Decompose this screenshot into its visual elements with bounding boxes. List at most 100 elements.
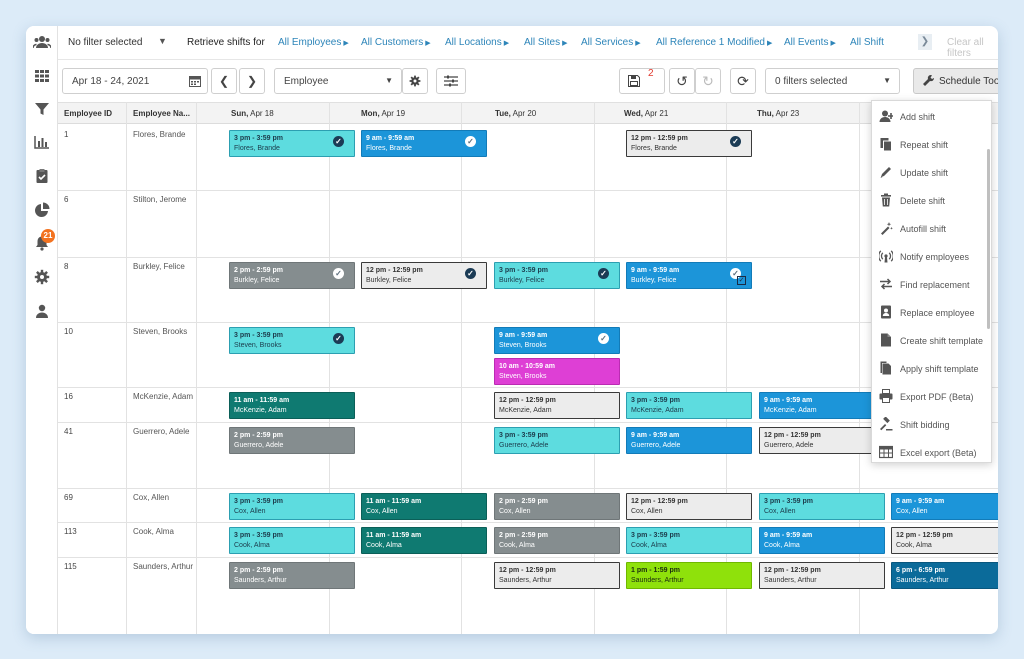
filter-locations[interactable]: All Locations ▶: [445, 37, 509, 48]
refresh-button[interactable]: ⟳: [730, 68, 756, 94]
shift-employee: Cox, Allen: [366, 508, 398, 515]
filter-icon[interactable]: [34, 101, 50, 117]
employee-name-cell[interactable]: Guerrero, Adele: [133, 427, 195, 437]
group-by-select[interactable]: Employee ▼: [274, 68, 402, 94]
shift-card[interactable]: 3 pm - 3:59 pm Cox, Allen: [229, 493, 355, 520]
shift-card[interactable]: 3 pm - 3:59 pm McKenzie, Adam: [626, 392, 752, 419]
shift-card[interactable]: 12 pm - 12:59 pm Burkley, Felice ✓: [361, 262, 487, 289]
person-icon[interactable]: [34, 303, 50, 319]
shift-card[interactable]: 12 pm - 12:59 pm McKenzie, Adam: [494, 392, 620, 419]
people-icon[interactable]: [33, 34, 51, 50]
schedule-tools-button[interactable]: Schedule Tools ▼: [913, 68, 998, 94]
filter-events[interactable]: All Events ▶: [784, 37, 836, 48]
filter-sites[interactable]: All Sites ▶: [524, 37, 568, 48]
employee-name-cell[interactable]: Steven, Brooks: [133, 327, 195, 337]
shift-card[interactable]: 12 pm - 12:59 pm Cook, Alma: [891, 527, 998, 554]
shift-card[interactable]: 12 pm - 12:59 pm Flores, Brande ✓: [626, 130, 752, 157]
menu-item-find-replacement[interactable]: Find replacement: [872, 271, 990, 299]
shift-card[interactable]: 3 pm - 3:59 pm Cook, Alma: [626, 527, 752, 554]
gear-icon[interactable]: [34, 269, 50, 285]
menu-item-replace-employee[interactable]: Replace employee: [872, 299, 990, 327]
menu-item-export-pdf-beta[interactable]: Export PDF (Beta): [872, 383, 990, 411]
shift-card[interactable]: 3 pm - 3:59 pm Steven, Brooks ✓: [229, 327, 355, 354]
filter-reference[interactable]: All Reference 1 Modified ▶: [656, 37, 772, 48]
shift-card[interactable]: 2 pm - 2:59 pm Cook, Alma: [494, 527, 620, 554]
shift-card[interactable]: 12 pm - 12:59 pm Saunders, Arthur: [494, 562, 620, 589]
header-employee-name[interactable]: Employee Na...: [133, 109, 190, 118]
menu-item-apply-shift-template[interactable]: Apply shift template: [872, 355, 990, 383]
next-week-button[interactable]: ❯: [239, 68, 265, 94]
shift-card[interactable]: 10 am - 10:59 am Steven, Brooks: [494, 358, 620, 385]
header-day-thu[interactable]: Thu, Apr 23: [757, 109, 799, 118]
save-button[interactable]: [619, 68, 665, 94]
chevron-down-icon[interactable]: ▼: [158, 36, 167, 46]
shift-card[interactable]: 9 am - 9:59 am McKenzie, Adam: [759, 392, 885, 419]
employee-name-cell[interactable]: Stilton, Jerome: [133, 195, 195, 205]
menu-item-add-shift[interactable]: Add shift: [872, 103, 990, 131]
shift-card[interactable]: 2 pm - 2:59 pm Cox, Allen: [494, 493, 620, 520]
shift-card[interactable]: 1 pm - 1:59 pm Saunders, Arthur: [626, 562, 752, 589]
shift-card[interactable]: 9 am - 9:59 am Steven, Brooks ✓: [494, 327, 620, 354]
checkbox-icon[interactable]: ✓: [737, 276, 746, 285]
shift-card[interactable]: 2 pm - 2:59 pm Burkley, Felice ✓: [229, 262, 355, 289]
saved-filter-select[interactable]: No filter selected: [68, 37, 142, 48]
shift-card[interactable]: 9 am - 9:59 am Flores, Brande ✓: [361, 130, 487, 157]
prev-week-button[interactable]: ❮: [211, 68, 237, 94]
header-day-mon[interactable]: Mon, Apr 19: [361, 109, 405, 118]
filter-shift[interactable]: All Shift: [850, 37, 884, 48]
shift-card[interactable]: 3 pm - 3:59 pm Cook, Alma: [229, 527, 355, 554]
employee-name-cell[interactable]: Flores, Brande: [133, 130, 195, 140]
employee-name-cell[interactable]: McKenzie, Adam: [133, 392, 195, 402]
menu-item-autofill-shift[interactable]: Autofill shift: [872, 215, 990, 243]
menu-item-create-shift-template[interactable]: Create shift template: [872, 327, 990, 355]
menu-item-label: Create shift template: [900, 336, 984, 346]
employee-name-cell[interactable]: Cook, Alma: [133, 527, 195, 537]
header-day-sun[interactable]: Sun, Apr 18: [231, 109, 274, 118]
shift-card[interactable]: 3 pm - 3:59 pm Burkley, Felice ✓: [494, 262, 620, 289]
shift-card[interactable]: 11 am - 11:59 am Cook, Alma: [361, 527, 487, 554]
shift-card[interactable]: 9 am - 9:59 am Burkley, Felice ✓ ✓: [626, 262, 752, 289]
employee-name-cell[interactable]: Cox, Allen: [133, 493, 195, 503]
shift-card[interactable]: 12 pm - 12:59 pm Cox, Allen: [626, 493, 752, 520]
column-settings-button[interactable]: [436, 68, 466, 94]
redo-button[interactable]: ↻: [695, 68, 721, 94]
filter-employees[interactable]: All Employees ▶: [278, 37, 349, 48]
menu-item-repeat-shift[interactable]: Repeat shift: [872, 131, 990, 159]
menu-item-notify-employees[interactable]: Notify employees: [872, 243, 990, 271]
header-day-tue[interactable]: Tue, Apr 20: [495, 109, 536, 118]
shift-card[interactable]: 12 pm - 12:59 pm Guerrero, Adele: [759, 427, 885, 454]
shift-card[interactable]: 11 am - 11:59 am Cox, Allen: [361, 493, 487, 520]
grid-icon[interactable]: [34, 68, 50, 84]
filters-select[interactable]: 0 filters selected ▼: [765, 68, 900, 94]
header-day-wed[interactable]: Wed, Apr 21: [624, 109, 668, 118]
calendar-icon[interactable]: [189, 75, 201, 87]
pie-chart-icon[interactable]: [34, 202, 50, 218]
shift-card[interactable]: 6 pm - 6:59 pm Saunders, Arthur: [891, 562, 998, 589]
shift-card[interactable]: 9 am - 9:59 am Cook, Alma: [759, 527, 885, 554]
settings-button[interactable]: [402, 68, 428, 94]
employee-name-cell[interactable]: Burkley, Felice: [133, 262, 195, 272]
shift-card[interactable]: 3 pm - 3:59 pm Flores, Brande ✓: [229, 130, 355, 157]
employee-name-cell[interactable]: Saunders, Arthur: [133, 562, 195, 572]
menu-item-delete-shift[interactable]: Delete shift: [872, 187, 990, 215]
menu-item-update-shift[interactable]: Update shift: [872, 159, 990, 187]
filter-customers[interactable]: All Customers ▶: [361, 37, 431, 48]
shift-card[interactable]: 12 pm - 12:59 pm Saunders, Arthur: [759, 562, 885, 589]
shift-card[interactable]: 2 pm - 2:59 pm Guerrero, Adele: [229, 427, 355, 454]
date-range-picker[interactable]: Apr 18 - 24, 2021: [62, 68, 208, 94]
shift-card[interactable]: 3 pm - 3:59 pm Guerrero, Adele: [494, 427, 620, 454]
menu-item-excel-export-beta[interactable]: Excel export (Beta): [872, 439, 990, 467]
shift-card[interactable]: 9 am - 9:59 am Guerrero, Adele: [626, 427, 752, 454]
scroll-right-icon[interactable]: ❯: [918, 34, 932, 50]
bar-chart-icon[interactable]: [34, 134, 50, 150]
shift-card[interactable]: 11 am - 11:59 am McKenzie, Adam: [229, 392, 355, 419]
shift-card[interactable]: 3 pm - 3:59 pm Cox, Allen: [759, 493, 885, 520]
menu-item-shift-bidding[interactable]: Shift bidding: [872, 411, 990, 439]
clipboard-check-icon[interactable]: [34, 168, 50, 184]
shift-card[interactable]: 2 pm - 2:59 pm Saunders, Arthur: [229, 562, 355, 589]
undo-button[interactable]: ↺: [669, 68, 695, 94]
header-employee-id[interactable]: Employee ID: [64, 109, 112, 118]
filter-services[interactable]: All Services ▶: [581, 37, 641, 48]
clear-all-filters-button[interactable]: Clear all filters: [947, 37, 998, 59]
shift-card[interactable]: 9 am - 9:59 am Cox, Allen: [891, 493, 998, 520]
